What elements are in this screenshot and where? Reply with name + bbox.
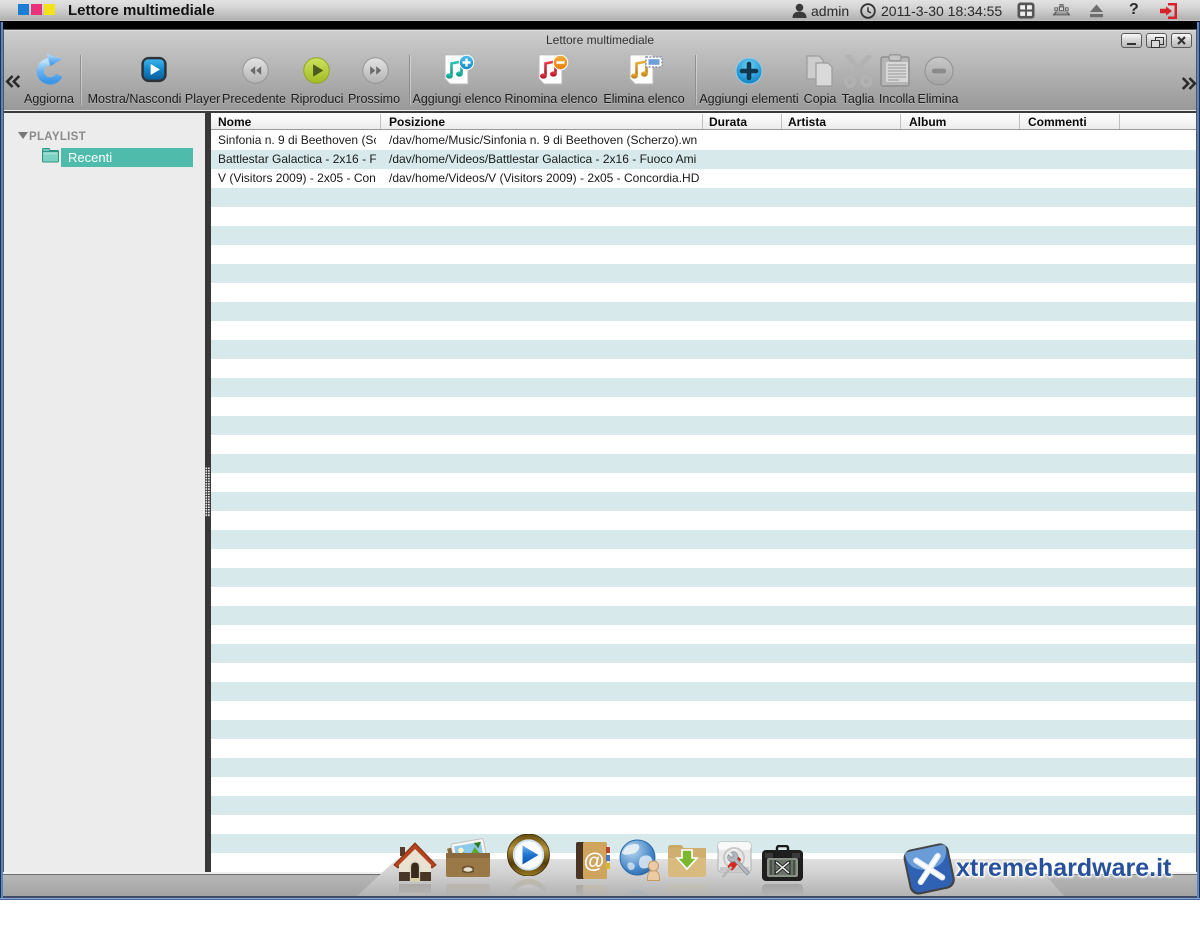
- svg-text:@: @: [584, 850, 604, 873]
